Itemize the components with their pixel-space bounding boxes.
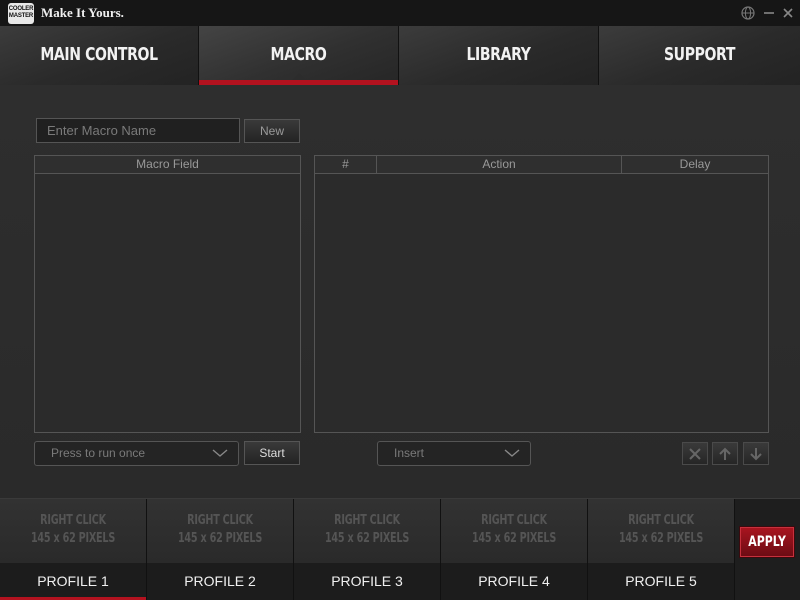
profile-bar: RIGHT CLICK 145 x 62 PIXELS PROFILE 1 RI… (0, 498, 800, 600)
run-mode-value: Press to run once (51, 446, 146, 460)
column-header-action: Action (482, 157, 516, 171)
chevron-down-icon (504, 449, 520, 457)
move-up-button[interactable] (712, 442, 738, 465)
profile-5[interactable]: RIGHT CLICK 145 x 62 PIXELS PROFILE 5 (588, 499, 735, 600)
profile-thumbnail: RIGHT CLICK 145 x 62 PIXELS (0, 499, 146, 563)
thumbnail-size-text: 145 x 62 PIXELS (30, 531, 116, 546)
apply-label: APPLY (748, 534, 786, 550)
new-macro-button[interactable]: New (244, 119, 300, 143)
macro-action-table[interactable]: # Action Delay (314, 155, 769, 433)
app-tagline: Make It Yours. (41, 5, 124, 20)
run-mode-select[interactable]: Press to run once (34, 441, 239, 466)
tab-label: MAIN CONTROL (40, 44, 158, 65)
thumbnail-text: RIGHT CLICK (628, 513, 694, 528)
arrow-up-icon (719, 447, 731, 460)
thumbnail-size-text: 145 x 62 PIXELS (471, 531, 557, 546)
column-header-delay: Delay (679, 157, 711, 171)
tab-support[interactable]: SUPPORT (599, 26, 800, 85)
profile-label: PROFILE 3 (294, 563, 440, 600)
thumbnail-text: RIGHT CLICK (334, 513, 400, 528)
profile-label: PROFILE 5 (588, 563, 734, 600)
cooler-master-logo: COOLER MASTER (8, 3, 34, 24)
thumbnail-size-text: 145 x 62 PIXELS (324, 531, 410, 546)
apply-button[interactable]: APPLY (740, 527, 794, 557)
thumbnail-text: RIGHT CLICK (40, 513, 106, 528)
profile-2[interactable]: RIGHT CLICK 145 x 62 PIXELS PROFILE 2 (147, 499, 294, 600)
tab-macro[interactable]: MACRO (199, 26, 399, 85)
thumbnail-size-text: 145 x 62 PIXELS (177, 531, 263, 546)
macro-name-input[interactable] (36, 118, 240, 143)
insert-value: Insert (394, 446, 425, 460)
profile-4[interactable]: RIGHT CLICK 145 x 62 PIXELS PROFILE 4 (441, 499, 588, 600)
profile-thumbnail: RIGHT CLICK 145 x 62 PIXELS (294, 499, 440, 563)
arrow-down-icon (750, 448, 762, 461)
tab-library[interactable]: LIBRARY (399, 26, 599, 85)
thumbnail-text: RIGHT CLICK (481, 513, 547, 528)
action-table-header: # Action Delay (315, 156, 768, 174)
move-down-button[interactable] (743, 442, 769, 465)
thumbnail-text: RIGHT CLICK (187, 513, 253, 528)
macro-field-list[interactable]: Macro Field (34, 155, 301, 433)
column-header-number: # (342, 157, 349, 171)
thumbnail-size-text: 145 x 62 PIXELS (618, 531, 704, 546)
tab-main-control[interactable]: MAIN CONTROL (0, 26, 199, 85)
apply-area: APPLY (735, 499, 800, 600)
minimize-icon[interactable] (760, 4, 778, 22)
tab-label: MACRO (270, 44, 327, 65)
profile-3[interactable]: RIGHT CLICK 145 x 62 PIXELS PROFILE 3 (294, 499, 441, 600)
globe-icon[interactable] (739, 4, 757, 22)
title-bar: COOLER MASTER Make It Yours. (0, 0, 800, 26)
active-tab-caret (291, 73, 306, 80)
delete-row-button[interactable] (682, 442, 708, 465)
close-icon[interactable] (779, 4, 797, 22)
chevron-down-icon (212, 449, 228, 457)
insert-select[interactable]: Insert (377, 441, 531, 466)
profile-thumbnail: RIGHT CLICK 145 x 62 PIXELS (147, 499, 293, 563)
tab-label: LIBRARY (466, 44, 531, 65)
profile-label: PROFILE 1 (0, 563, 146, 600)
tab-label: SUPPORT (663, 44, 736, 65)
macro-field-header-label: Macro Field (136, 157, 199, 171)
close-icon (689, 448, 701, 460)
profile-label: PROFILE 2 (147, 563, 293, 600)
profile-1[interactable]: RIGHT CLICK 145 x 62 PIXELS PROFILE 1 (0, 499, 147, 600)
profile-thumbnail: RIGHT CLICK 145 x 62 PIXELS (441, 499, 587, 563)
main-nav: MAIN CONTROL MACRO LIBRARY SUPPORT (0, 26, 800, 85)
macro-panel: New Macro Field # Action Delay Press to … (0, 85, 800, 498)
profile-label: PROFILE 4 (441, 563, 587, 600)
profile-thumbnail: RIGHT CLICK 145 x 62 PIXELS (588, 499, 734, 563)
macro-field-header: Macro Field (35, 156, 300, 174)
start-button[interactable]: Start (244, 441, 300, 465)
